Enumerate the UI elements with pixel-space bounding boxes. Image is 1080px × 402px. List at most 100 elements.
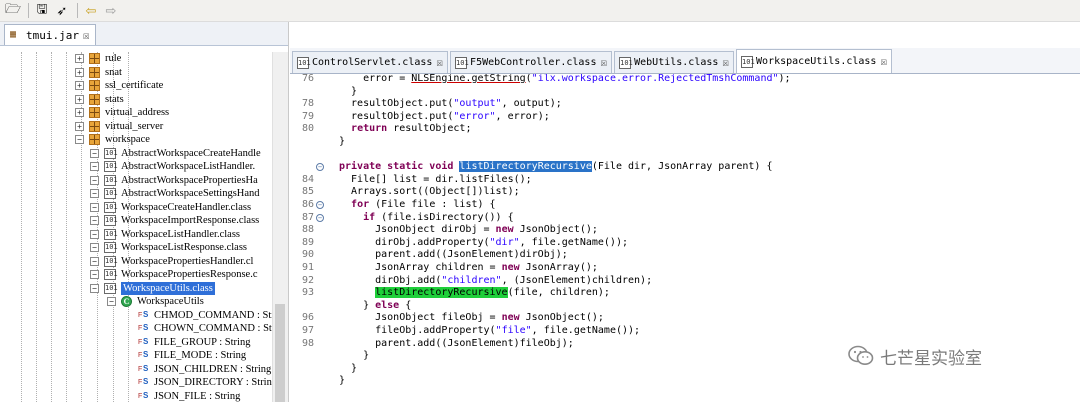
- code-text: listDirectoryRecursive(file, children);: [375, 287, 610, 299]
- tree-item[interactable]: F S FILE_MODE : String: [0, 349, 272, 363]
- forward-arrow-icon[interactable]: ⇨: [102, 2, 120, 20]
- tree-item[interactable]: + rule: [0, 52, 272, 66]
- close-icon[interactable]: ☒: [722, 56, 729, 69]
- tree-item[interactable]: F S JSON_CHILDREN : String: [0, 363, 272, 377]
- code-text: private static void listDirectoryRecursi…: [339, 161, 773, 173]
- tree-item[interactable]: F S JSON_DIRECTORY : String: [0, 376, 272, 390]
- collapse-icon[interactable]: −: [75, 135, 84, 144]
- collapse-icon[interactable]: −: [90, 270, 99, 279]
- expand-icon[interactable]: +: [75, 81, 84, 90]
- code-line: 86− for (File file : list) {: [290, 199, 1080, 212]
- class-file-icon: 101: [741, 55, 755, 68]
- close-icon[interactable]: ☒: [880, 55, 887, 68]
- editor-tab-label: ControlServlet.class: [312, 57, 433, 68]
- editor-tab[interactable]: 101 F5WebController.class ☒: [450, 51, 613, 73]
- tree-item[interactable]: −101 AbstractWorkspaceSettingsHand: [0, 187, 272, 201]
- expand-icon[interactable]: +: [75, 94, 84, 104]
- tree-item[interactable]: −101 WorkspaceListHandler.class: [0, 228, 272, 242]
- collapse-icon[interactable]: −: [90, 189, 99, 198]
- code-line: 85 Arrays.sort((Object[])list);: [290, 186, 1080, 199]
- code-line: 91 JsonArray children = new JsonArray();: [290, 262, 1080, 275]
- static-field-icon: FS: [138, 377, 149, 386]
- tree-item[interactable]: − C WorkspaceUtils: [0, 295, 272, 309]
- editor-tab[interactable]: 101 WebUtils.class ☒: [614, 51, 735, 73]
- tree-item[interactable]: F S FILE_GROUP : String: [0, 336, 272, 350]
- tree-item-label: AbstractWorkspacePropertiesHa: [121, 174, 258, 186]
- collapse-icon[interactable]: −: [90, 202, 99, 212]
- editor-tab-label: WorkspaceUtils.class: [756, 56, 877, 67]
- code-text: }: [339, 85, 358, 97]
- fold-toggle-icon[interactable]: −: [316, 201, 324, 209]
- code-text: JsonArray children = new JsonArray();: [339, 262, 598, 273]
- tree-item[interactable]: −101 WorkspaceCreateHandler.class: [0, 201, 272, 215]
- tree-item[interactable]: −101 AbstractWorkspaceCreateHandle: [0, 147, 272, 161]
- tree-item-label: rule: [105, 53, 122, 64]
- tree-item[interactable]: − workspace: [0, 133, 272, 147]
- tree-item-label: WorkspacePropertiesResponse.c: [121, 269, 258, 280]
- tree-item[interactable]: −101 WorkspacePropertiesHandler.cl: [0, 255, 272, 269]
- wechat-icon: [848, 345, 874, 367]
- back-arrow-icon[interactable]: ⇦: [82, 2, 100, 20]
- collapse-icon[interactable]: −: [107, 297, 116, 306]
- class-file-icon: 101: [104, 161, 118, 172]
- tree-item[interactable]: −101 WorkspacePropertiesResponse.c: [0, 268, 272, 282]
- open-folder-icon[interactable]: 🗁: [4, 1, 22, 20]
- class-file-icon: 101: [455, 56, 469, 69]
- close-icon[interactable]: ☒: [83, 29, 90, 42]
- editor-tab-label: F5WebController.class: [470, 57, 597, 68]
- code-line: 92 dirObj.add("children", (JsonElement)c…: [290, 275, 1080, 288]
- tab-tmui-jar[interactable]: ▦ tmui.jar ☒: [4, 24, 96, 45]
- package-icon: [89, 80, 100, 91]
- collapse-icon[interactable]: −: [90, 229, 99, 239]
- line-number: 84: [301, 173, 314, 185]
- collapse-icon[interactable]: −: [90, 175, 99, 185]
- collapse-icon[interactable]: −: [90, 243, 99, 252]
- collapse-icon[interactable]: −: [90, 162, 99, 171]
- fold-toggle-icon[interactable]: −: [316, 163, 324, 172]
- tree-item[interactable]: + stats: [0, 93, 272, 107]
- tree-item-label: stats: [105, 93, 124, 105]
- tree-item[interactable]: + virtual_address: [0, 106, 272, 120]
- static-field-icon: FS: [138, 323, 149, 332]
- static-field-icon: FS: [138, 390, 149, 400]
- tree-scrollbar-thumb[interactable]: [275, 304, 285, 402]
- static-field-icon: FS: [138, 309, 149, 319]
- code-text: } else {: [339, 299, 412, 311]
- watermark-text: 七芒星实验室: [880, 348, 982, 369]
- tree-item[interactable]: −101 WorkspaceUtils.class: [0, 281, 272, 295]
- tree-item[interactable]: −101 AbstractWorkspaceListHandler.: [0, 160, 272, 174]
- close-icon[interactable]: ☒: [436, 56, 443, 69]
- package-icon: [89, 107, 100, 118]
- jar-icon: ▦: [10, 29, 17, 40]
- tree-item[interactable]: + snat: [0, 66, 272, 80]
- editor-tab[interactable]: 101 WorkspaceUtils.class ☒: [736, 49, 893, 73]
- tree-item[interactable]: + ssl_certificate: [0, 79, 272, 93]
- code-text: Arrays.sort((Object[])list);: [339, 186, 520, 198]
- tree-item[interactable]: FS CHOWN_COMMAND : String: [0, 322, 272, 336]
- rocket-icon[interactable]: ➶: [53, 2, 71, 20]
- close-icon[interactable]: ☒: [600, 56, 607, 69]
- collapse-icon[interactable]: −: [90, 148, 99, 158]
- tree-item[interactable]: F S JSON_FILE : String: [0, 390, 272, 402]
- save-icon[interactable]: 🖫: [33, 1, 51, 20]
- tree-item-label: virtual_address: [105, 107, 170, 118]
- expand-icon[interactable]: +: [75, 121, 84, 131]
- tree-item[interactable]: FS CHMOD_COMMAND : String: [0, 309, 272, 323]
- expand-icon[interactable]: +: [75, 67, 84, 77]
- tree-item-label: ssl_certificate: [105, 80, 164, 91]
- tree-item[interactable]: −101 AbstractWorkspacePropertiesHa: [0, 174, 272, 188]
- collapse-icon[interactable]: −: [90, 216, 99, 225]
- code-line: 89 dirObj.addProperty("dir", file.getNam…: [290, 237, 1080, 250]
- tree-item[interactable]: −101 WorkspaceImportResponse.class: [0, 214, 272, 228]
- expand-icon[interactable]: +: [75, 108, 84, 117]
- expand-icon[interactable]: +: [75, 54, 84, 63]
- tree-item[interactable]: −101 WorkspaceListResponse.class: [0, 241, 272, 255]
- collapse-icon[interactable]: −: [90, 256, 99, 266]
- tree-item-label: WorkspacePropertiesHandler.cl: [121, 255, 254, 267]
- code-line: } else {: [290, 300, 1080, 313]
- tree-item[interactable]: + virtual_server: [0, 120, 272, 134]
- collapse-icon[interactable]: −: [90, 283, 99, 293]
- fold-toggle-icon[interactable]: −: [316, 213, 324, 222]
- editor-tab[interactable]: 101 ControlServlet.class ☒: [292, 51, 449, 73]
- tree-item-label: CHOWN_COMMAND : String: [154, 323, 272, 334]
